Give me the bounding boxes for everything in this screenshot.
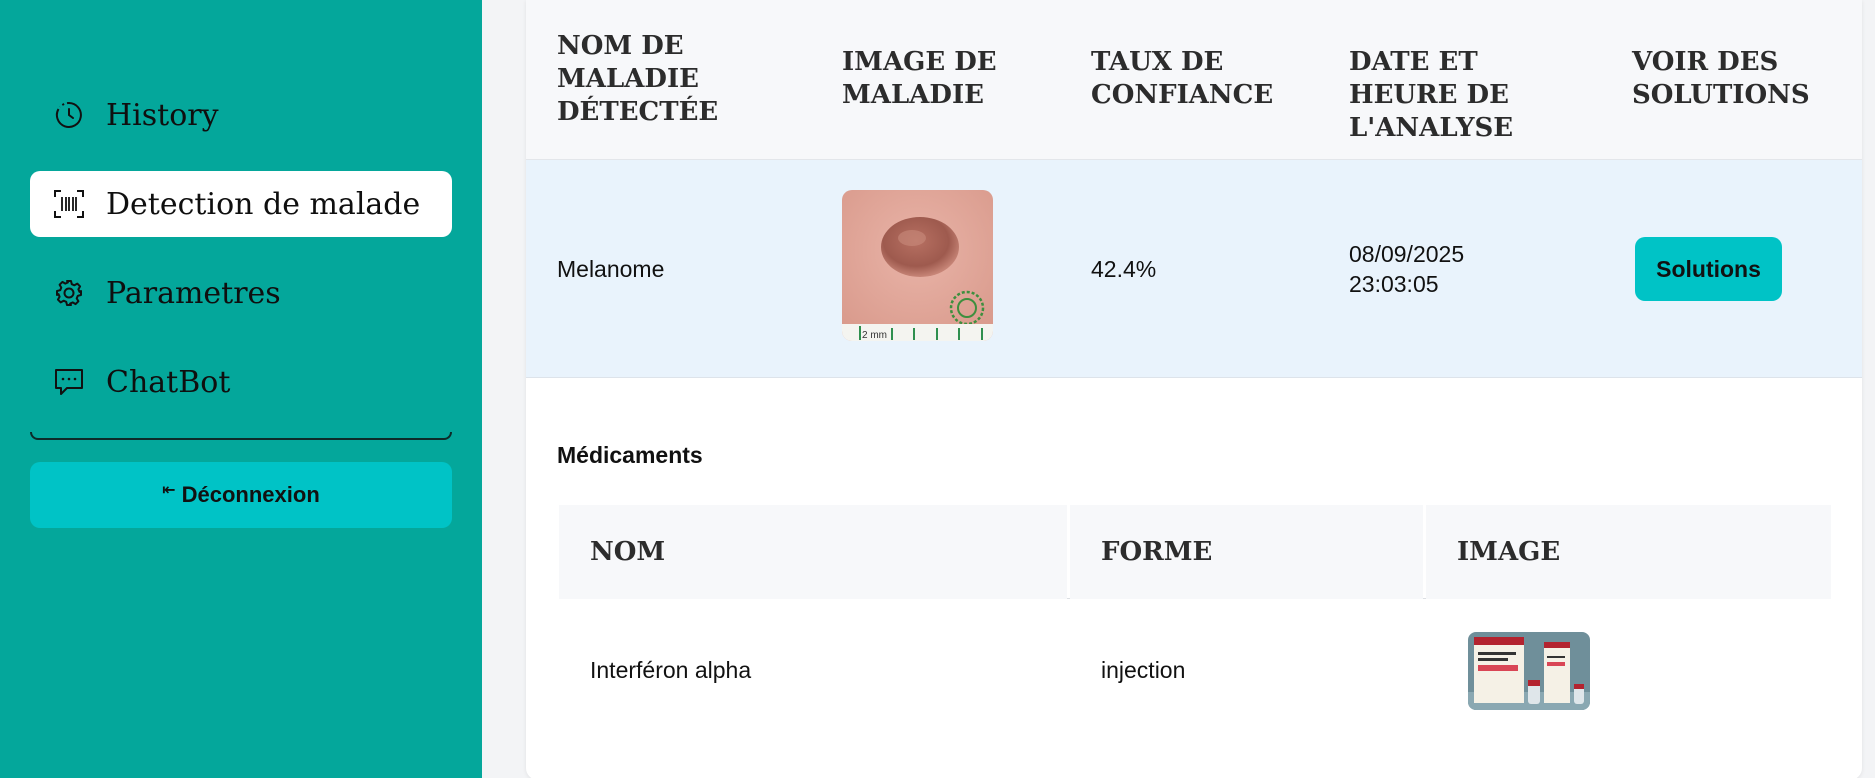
med-form: injection [1101, 657, 1186, 683]
analysis-date: 08/09/2025 [1349, 241, 1465, 267]
solutions-button[interactable]: Solutions [1635, 237, 1782, 301]
detection-row: Melanome 2 mm 42.4% 08/09/2025 23:03:05 … [526, 160, 1862, 378]
sidebar-item-label: Parametres [106, 275, 281, 311]
header-med-image: IMAGE [1426, 505, 1831, 599]
medicaments-table-header: NOM FORME IMAGE [559, 505, 1831, 599]
medicaments-table: NOM FORME IMAGE Interféron alpha injecti… [559, 505, 1831, 745]
sidebar-item-history[interactable]: History [30, 82, 452, 148]
medicaments-title: Médicaments [557, 442, 703, 468]
sidebar-item-label: ChatBot [106, 364, 231, 400]
logout-button[interactable]: ⇤ Déconnexion [30, 462, 452, 528]
confidence-value: 42.4% [1091, 256, 1157, 282]
app-root: History Detection de malade Parametres C… [0, 0, 1875, 778]
header-disease-image: IMAGE DE MALADIE [842, 47, 997, 110]
sidebar-item-label: History [106, 97, 219, 133]
sidebar-item-label: Detection de malade [106, 186, 421, 222]
header-datetime: DATE ET HEURE DE L'ANALYSE [1349, 47, 1514, 143]
sidebar-item-detection[interactable]: Detection de malade [30, 171, 452, 237]
sidebar-divider [30, 432, 452, 440]
analysis-time: 23:03:05 [1349, 271, 1439, 297]
disease-name: Melanome [557, 256, 665, 282]
sidebar-nav: History Detection de malade Parametres C… [30, 82, 452, 438]
header-confidence: TAUX DE CONFIANCE [1091, 47, 1274, 110]
logout-arrow-icon: ⇤ [162, 482, 176, 499]
header-solutions: VOIR DES SOLUTIONS [1632, 47, 1810, 110]
med-image[interactable] [1468, 632, 1590, 710]
header-med-name: NOM [559, 505, 1067, 599]
gear-icon [52, 277, 85, 310]
logout-label: Déconnexion [181, 482, 320, 507]
disease-image[interactable]: 2 mm [842, 190, 993, 341]
header-disease-name: NOM DE MALADIE DÉTECTÉE [557, 31, 719, 127]
ruler-label: 2 mm [862, 330, 887, 341]
barcode-scan-icon [52, 188, 85, 221]
sidebar: History Detection de malade Parametres C… [0, 0, 482, 778]
sidebar-item-chatbot[interactable]: ChatBot [30, 349, 452, 415]
chat-bubble-icon [52, 366, 85, 399]
main-card: NOM DE MALADIE DÉTECTÉE IMAGE DE MALADIE… [526, 0, 1862, 778]
med-name: Interféron alpha [590, 657, 752, 683]
history-clock-icon [52, 99, 85, 132]
sidebar-item-parametres[interactable]: Parametres [30, 260, 452, 326]
header-med-form: FORME [1070, 505, 1423, 599]
detection-table-header: NOM DE MALADIE DÉTECTÉE IMAGE DE MALADIE… [526, 0, 1862, 160]
